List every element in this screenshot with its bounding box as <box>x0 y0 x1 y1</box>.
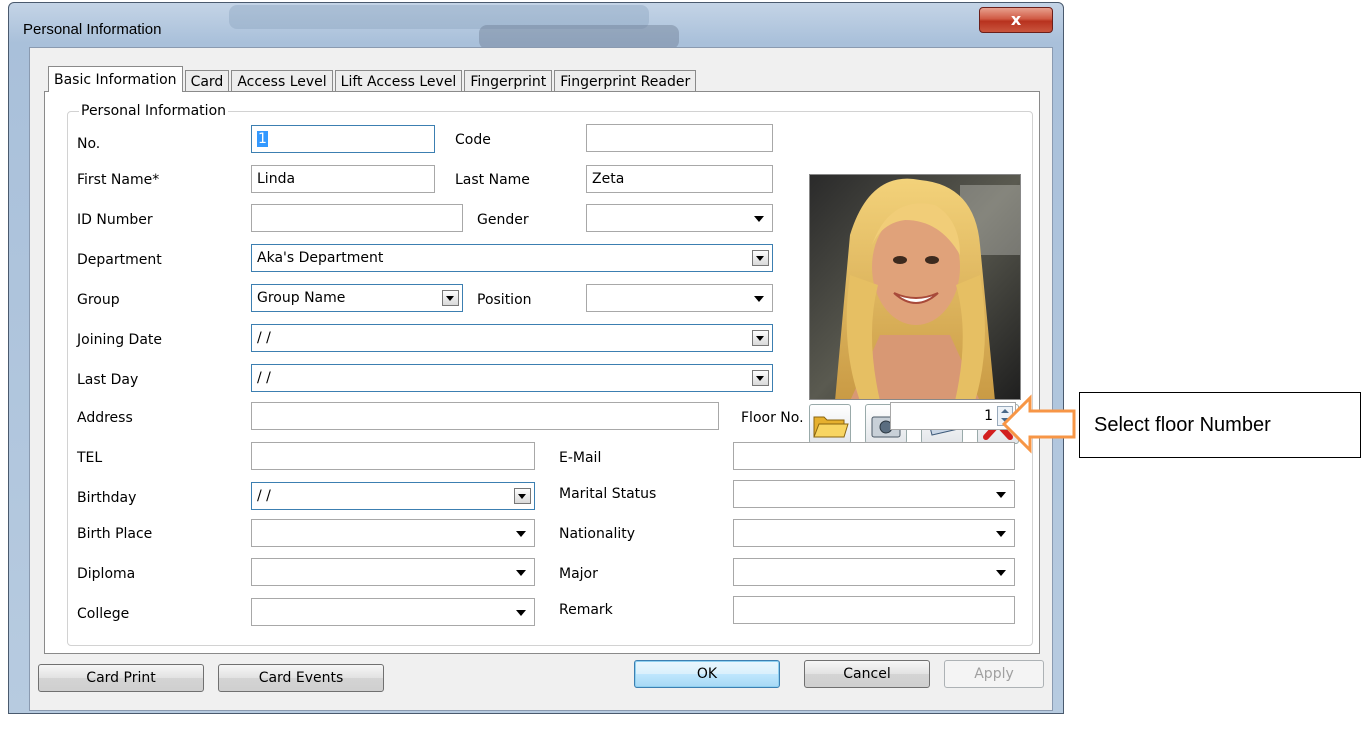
nationality-label: Nationality <box>559 526 636 542</box>
floor-no-label: Floor No. <box>741 410 804 426</box>
dialog-window: Personal Information x Basic Information… <box>8 2 1064 714</box>
email-label: E-Mail <box>559 450 602 466</box>
birthday-picker[interactable]: / / <box>251 482 535 510</box>
department-label: Department <box>77 252 162 268</box>
callout-box: Select floor Number <box>1079 392 1361 458</box>
position-label: Position <box>477 292 532 308</box>
joining-date-label: Joining Date <box>77 332 163 348</box>
ok-button[interactable]: OK <box>634 660 780 688</box>
window-title: Personal Information <box>23 21 162 38</box>
cancel-button[interactable]: Cancel <box>804 660 930 688</box>
gender-label: Gender <box>477 212 529 228</box>
dropdown-button-icon[interactable] <box>752 330 769 346</box>
card-print-button[interactable]: Card Print <box>38 664 204 692</box>
chevron-down-icon <box>996 570 1006 576</box>
id-number-label: ID Number <box>77 212 153 228</box>
diploma-select[interactable] <box>251 558 535 586</box>
last-day-picker[interactable]: / / <box>251 364 773 392</box>
group-value: Group Name <box>257 290 346 306</box>
birthday-label: Birthday <box>77 490 137 506</box>
no-value: 1 <box>257 131 268 147</box>
floor-no-spinner[interactable]: 1 <box>890 402 1016 430</box>
department-value: Aka's Department <box>257 250 384 266</box>
first-name-label: First Name* <box>77 172 160 188</box>
tab-fingerprint-reader[interactable]: Fingerprint Reader <box>554 70 697 92</box>
last-day-label: Last Day <box>77 372 139 388</box>
group-select[interactable]: Group Name <box>251 284 463 312</box>
birth-place-select[interactable] <box>251 519 535 547</box>
tab-strip: Basic Information Card Access Level Lift… <box>48 66 698 92</box>
group-label: Group <box>77 292 120 308</box>
first-name-input[interactable]: Linda <box>251 165 435 193</box>
dropdown-button-icon[interactable] <box>442 290 459 306</box>
birthday-value: / / <box>257 488 271 504</box>
tab-basic-information[interactable]: Basic Information <box>48 66 183 92</box>
college-label: College <box>77 606 130 622</box>
address-input[interactable] <box>251 402 719 430</box>
id-number-input[interactable] <box>251 204 463 232</box>
no-input[interactable]: 1 <box>251 125 435 153</box>
last-name-label: Last Name <box>455 172 530 188</box>
position-select[interactable] <box>586 284 773 312</box>
major-label: Major <box>559 566 598 582</box>
tab-panel-basic-information: Personal Information No. 1 Code First Na… <box>44 91 1040 654</box>
close-icon: x <box>1010 10 1022 29</box>
title-bar-glass-blur-2 <box>479 25 679 49</box>
dropdown-button-icon[interactable] <box>752 370 769 386</box>
callout-arrow-icon <box>1001 394 1076 454</box>
college-select[interactable] <box>251 598 535 626</box>
marital-status-select[interactable] <box>733 480 1015 508</box>
dialog-client-area: Basic Information Card Access Level Lift… <box>29 47 1053 711</box>
person-photo <box>809 174 1021 400</box>
birth-place-label: Birth Place <box>77 526 153 542</box>
tel-label: TEL <box>77 450 103 466</box>
folder-icon <box>813 416 849 438</box>
department-select[interactable]: Aka's Department <box>251 244 773 272</box>
tab-fingerprint[interactable]: Fingerprint <box>464 70 553 92</box>
major-select[interactable] <box>733 558 1015 586</box>
code-input[interactable] <box>586 124 773 152</box>
chevron-down-icon <box>996 492 1006 498</box>
card-events-button[interactable]: Card Events <box>218 664 384 692</box>
remark-label: Remark <box>559 602 613 618</box>
no-label: No. <box>77 136 101 152</box>
close-button[interactable]: x <box>979 7 1053 33</box>
diploma-label: Diploma <box>77 566 136 582</box>
chevron-down-icon <box>996 531 1006 537</box>
tel-input[interactable] <box>251 442 535 470</box>
open-photo-button[interactable] <box>809 404 851 444</box>
joining-date-value: / / <box>257 330 271 346</box>
tab-access-level[interactable]: Access Level <box>231 70 333 92</box>
gender-select[interactable] <box>586 204 773 232</box>
marital-status-label: Marital Status <box>559 486 657 502</box>
tab-card[interactable]: Card <box>184 70 230 92</box>
nationality-select[interactable] <box>733 519 1015 547</box>
chevron-down-icon <box>516 610 526 616</box>
dropdown-button-icon[interactable] <box>514 488 531 504</box>
dropdown-button-icon[interactable] <box>752 250 769 266</box>
joining-date-picker[interactable]: / / <box>251 324 773 352</box>
apply-button[interactable]: Apply <box>944 660 1044 688</box>
chevron-down-icon <box>754 296 764 302</box>
chevron-down-icon <box>516 570 526 576</box>
tab-lift-access-level[interactable]: Lift Access Level <box>334 70 463 92</box>
floor-no-value: 1 <box>984 408 993 424</box>
last-day-value: / / <box>257 370 271 386</box>
group-title: Personal Information <box>79 103 229 119</box>
email-input[interactable] <box>733 442 1015 470</box>
last-name-input[interactable]: Zeta <box>586 165 773 193</box>
code-label: Code <box>455 132 491 148</box>
chevron-down-icon <box>754 216 764 222</box>
remark-input[interactable] <box>733 596 1015 624</box>
chevron-down-icon <box>516 531 526 537</box>
address-label: Address <box>77 410 133 426</box>
